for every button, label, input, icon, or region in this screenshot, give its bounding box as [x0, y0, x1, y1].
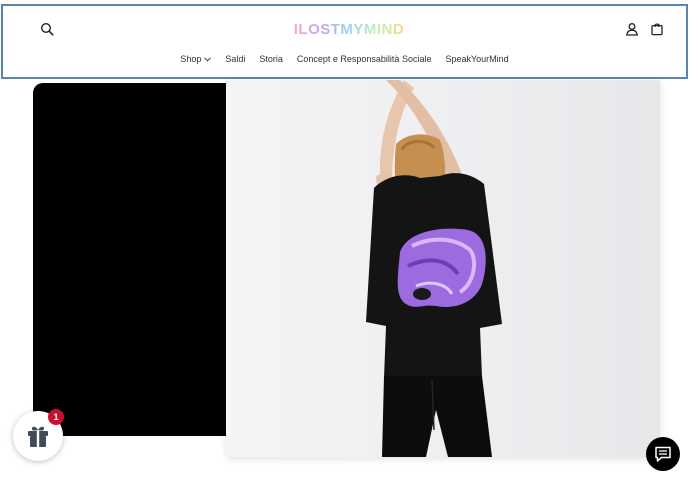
nav-item-label: SpeakYourMind — [445, 54, 509, 64]
user-icon — [626, 23, 638, 36]
account-button[interactable] — [622, 19, 642, 39]
product-image[interactable] — [226, 80, 660, 457]
notification-badge: 1 — [48, 409, 64, 425]
nav-item-label: Shop — [180, 54, 202, 64]
search-button[interactable] — [37, 19, 57, 39]
site-logo[interactable]: ILOSTMYMIND — [293, 17, 405, 41]
site-header: ILOSTMYMIND Shop Saldi Storia Concept e … — [1, 4, 688, 79]
nav-item-speakyourmind[interactable]: SpeakYourMind — [445, 54, 508, 64]
nav-item-label: Saldi — [225, 54, 246, 64]
nav-item-label: Concept e Responsabilità Sociale — [296, 54, 432, 64]
chat-button[interactable] — [646, 437, 680, 471]
nav-item-shop[interactable]: Shop — [180, 54, 212, 64]
product-photo-illustration — [366, 80, 502, 457]
search-icon — [40, 22, 54, 36]
bag-icon — [651, 23, 663, 36]
cart-button[interactable] — [647, 19, 667, 39]
gift-icon — [28, 426, 48, 447]
nav-item-concept[interactable]: Concept e Responsabilità Sociale — [297, 54, 432, 64]
media-placeholder — [33, 83, 249, 436]
logo-text: ILOSTMYMIND — [293, 20, 405, 38]
chevron-down-icon — [204, 56, 212, 62]
main-nav: Shop Saldi Storia Concept e Responsabili… — [3, 51, 686, 67]
nav-item-label: Storia — [259, 54, 283, 64]
chat-icon — [655, 446, 671, 462]
nav-item-saldi[interactable]: Saldi — [225, 54, 245, 64]
nav-item-storia[interactable]: Storia — [259, 54, 283, 64]
